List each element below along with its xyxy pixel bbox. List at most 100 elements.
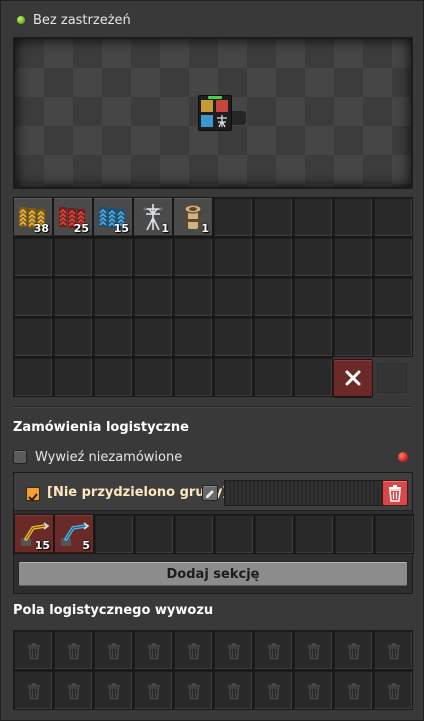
request-slot[interactable] bbox=[174, 514, 214, 554]
item-count: 15 bbox=[113, 222, 129, 235]
trash-slot[interactable] bbox=[333, 670, 373, 710]
inventory-slot[interactable] bbox=[13, 277, 53, 317]
trash-icon bbox=[308, 643, 320, 660]
trash-slot[interactable] bbox=[93, 630, 133, 670]
trash-slot[interactable] bbox=[333, 630, 373, 670]
inventory-slot[interactable] bbox=[173, 357, 213, 397]
inventory-slot[interactable] bbox=[13, 317, 53, 357]
inventory-slot[interactable] bbox=[253, 277, 293, 317]
request-slot[interactable] bbox=[134, 514, 174, 554]
trash-slot[interactable] bbox=[253, 630, 293, 670]
inventory-slot[interactable]: 15 bbox=[93, 197, 133, 237]
request-slot[interactable]: 15 bbox=[14, 514, 54, 554]
request-slot[interactable] bbox=[254, 514, 294, 554]
request-slot[interactable] bbox=[294, 514, 334, 554]
inventory-slot[interactable] bbox=[213, 357, 253, 397]
inventory-slot[interactable] bbox=[253, 357, 293, 397]
inventory-slot[interactable] bbox=[213, 237, 253, 277]
trash-slot[interactable] bbox=[133, 670, 173, 710]
request-slot[interactable] bbox=[214, 514, 254, 554]
inventory-slot[interactable] bbox=[333, 317, 373, 357]
trash-slot[interactable] bbox=[213, 630, 253, 670]
inventory-slot[interactable] bbox=[373, 197, 413, 237]
inventory-slot[interactable] bbox=[213, 277, 253, 317]
inventory-slot[interactable] bbox=[333, 277, 373, 317]
inventory-slot[interactable] bbox=[173, 317, 213, 357]
trash-slot[interactable] bbox=[373, 630, 413, 670]
trash-slot[interactable] bbox=[53, 670, 93, 710]
inventory-slot[interactable] bbox=[133, 317, 173, 357]
inventory-slot[interactable] bbox=[253, 237, 293, 277]
inventory-slot[interactable] bbox=[53, 357, 93, 397]
inventory-slot[interactable] bbox=[133, 277, 173, 317]
request-slot[interactable] bbox=[334, 514, 374, 554]
inventory-slot[interactable] bbox=[373, 317, 413, 357]
inventory-slot[interactable] bbox=[173, 237, 213, 277]
inventory-slot[interactable] bbox=[213, 317, 253, 357]
item-count: 25 bbox=[73, 222, 89, 235]
inventory-slot[interactable] bbox=[13, 357, 53, 397]
inventory-slot[interactable] bbox=[133, 237, 173, 277]
trash-slot[interactable] bbox=[373, 670, 413, 710]
inventory-slot[interactable] bbox=[333, 197, 373, 237]
inventory-slot[interactable] bbox=[93, 237, 133, 277]
inventory-slot[interactable] bbox=[253, 197, 293, 237]
inventory-window: Bez zastrzeżeń 38 25 15 1 1 Zamówienia logis… bbox=[0, 0, 424, 721]
inventory-slot[interactable] bbox=[293, 197, 333, 237]
trash-slot[interactable] bbox=[173, 630, 213, 670]
request-slot[interactable]: 5 bbox=[54, 514, 94, 554]
inventory-slot[interactable] bbox=[93, 317, 133, 357]
trash-icon bbox=[348, 643, 360, 660]
trash-slot[interactable] bbox=[293, 670, 333, 710]
pencil-icon bbox=[206, 490, 214, 498]
inventory-slot[interactable]: 25 bbox=[53, 197, 93, 237]
inventory-slot[interactable] bbox=[253, 317, 293, 357]
item-count: 1 bbox=[201, 222, 209, 235]
item-count: 38 bbox=[33, 222, 49, 235]
add-section-button[interactable]: Dodaj sekcję bbox=[18, 561, 408, 587]
inventory-slot[interactable] bbox=[93, 277, 133, 317]
request-slot[interactable] bbox=[94, 514, 134, 554]
trash-slot[interactable] bbox=[133, 630, 173, 670]
section-active-checkbox[interactable] bbox=[26, 487, 40, 502]
inventory-slot[interactable] bbox=[13, 237, 53, 277]
inventory-slot[interactable] bbox=[53, 237, 93, 277]
trash-slot[interactable] bbox=[293, 630, 333, 670]
inventory-slot[interactable] bbox=[173, 277, 213, 317]
edit-group-button[interactable] bbox=[202, 485, 218, 501]
logistics-status-icon bbox=[398, 452, 408, 462]
trash-slot[interactable] bbox=[93, 670, 133, 710]
trash-slot[interactable] bbox=[253, 670, 293, 710]
request-slot[interactable] bbox=[374, 514, 414, 554]
trash-icon bbox=[148, 683, 160, 700]
trash-slot[interactable] bbox=[173, 670, 213, 710]
entity-preview[interactable] bbox=[13, 37, 413, 189]
inventory-slot[interactable] bbox=[293, 357, 333, 397]
inventory-slot[interactable] bbox=[213, 197, 253, 237]
trash-unrequested-checkbox[interactable] bbox=[13, 450, 27, 464]
inventory-slot[interactable] bbox=[293, 317, 333, 357]
trash-slot[interactable] bbox=[13, 630, 53, 670]
inventory-slot[interactable] bbox=[53, 277, 93, 317]
inventory-slot[interactable] bbox=[53, 317, 93, 357]
inventory-slot[interactable] bbox=[333, 237, 373, 277]
trash-slot[interactable] bbox=[213, 670, 253, 710]
inventory-slot[interactable] bbox=[373, 277, 413, 317]
trash-unrequested-row[interactable]: Wywieź niezamówione bbox=[13, 448, 182, 466]
trash-slot[interactable] bbox=[13, 670, 53, 710]
group-name-field[interactable] bbox=[224, 480, 384, 506]
inventory-slot[interactable]: 38 bbox=[13, 197, 53, 237]
inventory-slot[interactable] bbox=[293, 277, 333, 317]
inventory-slot[interactable]: 1 bbox=[173, 197, 213, 237]
inventory-slot[interactable]: 1 bbox=[133, 197, 173, 237]
trash-icon bbox=[268, 643, 280, 660]
clear-inventory-button[interactable] bbox=[333, 359, 373, 397]
inventory-slot[interactable] bbox=[93, 357, 133, 397]
logistic-trash-heading: Pola logistycznego wywozu bbox=[13, 603, 214, 618]
inventory-slot[interactable] bbox=[373, 237, 413, 277]
delete-section-button[interactable] bbox=[382, 480, 408, 506]
inventory-slot[interactable] bbox=[293, 237, 333, 277]
trash-slot[interactable] bbox=[53, 630, 93, 670]
trash-unrequested-label: Wywieź niezamówione bbox=[35, 449, 183, 465]
inventory-slot[interactable] bbox=[133, 357, 173, 397]
